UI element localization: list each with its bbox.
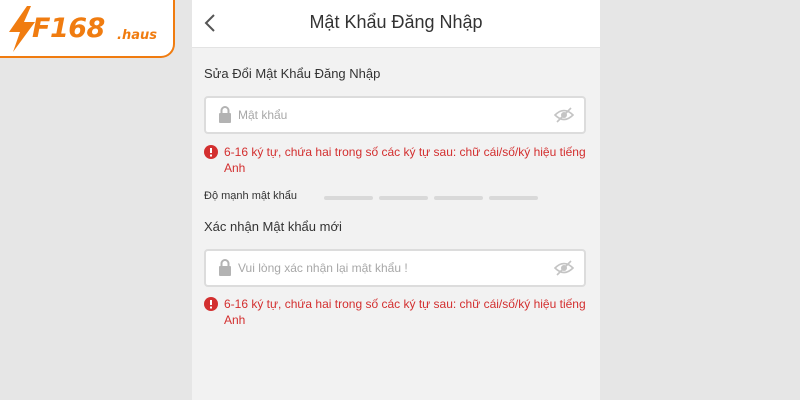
strength-segment <box>489 196 538 200</box>
confirm-password-hint: 6-16 ký tự, chứa hai trong số các ký tự … <box>204 296 594 328</box>
error-icon <box>204 145 218 159</box>
strength-label: Độ mạnh mật khẩu <box>204 190 297 202</box>
strength-segment <box>434 196 483 200</box>
app-screen: Mật Khẩu Đăng Nhập Sửa Đổi Mật Khẩu Đăng… <box>192 0 600 400</box>
confirm-password-field <box>204 249 586 287</box>
strength-segment <box>379 196 428 200</box>
password-hint: 6-16 ký tự, chứa hai trong số các ký tự … <box>204 144 594 176</box>
strength-segment <box>324 196 373 200</box>
confirm-password-input[interactable] <box>238 257 538 279</box>
error-icon <box>204 297 218 311</box>
logo-brand-text: F168 <box>32 13 105 44</box>
password-field <box>204 96 586 134</box>
eye-off-icon[interactable] <box>554 259 574 277</box>
eye-off-icon[interactable] <box>554 106 574 124</box>
lock-icon <box>219 259 231 276</box>
change-password-label: Sửa Đổi Mật Khẩu Đăng Nhập <box>204 66 381 81</box>
confirm-password-label: Xác nhận Mật khẩu mới <box>204 219 342 234</box>
brand-logo: F168 .haus <box>0 0 175 58</box>
confirm-hint-text: 6-16 ký tự, chứa hai trong số các ký tự … <box>224 297 586 327</box>
page-title: Mật Khẩu Đăng Nhập <box>309 12 483 32</box>
lock-icon <box>219 106 231 123</box>
password-input[interactable] <box>238 104 538 126</box>
logo-suffix-text: .haus <box>117 28 157 43</box>
password-hint-text: 6-16 ký tự, chứa hai trong số các ký tự … <box>224 145 586 175</box>
top-bar: Mật Khẩu Đăng Nhập <box>192 0 600 48</box>
